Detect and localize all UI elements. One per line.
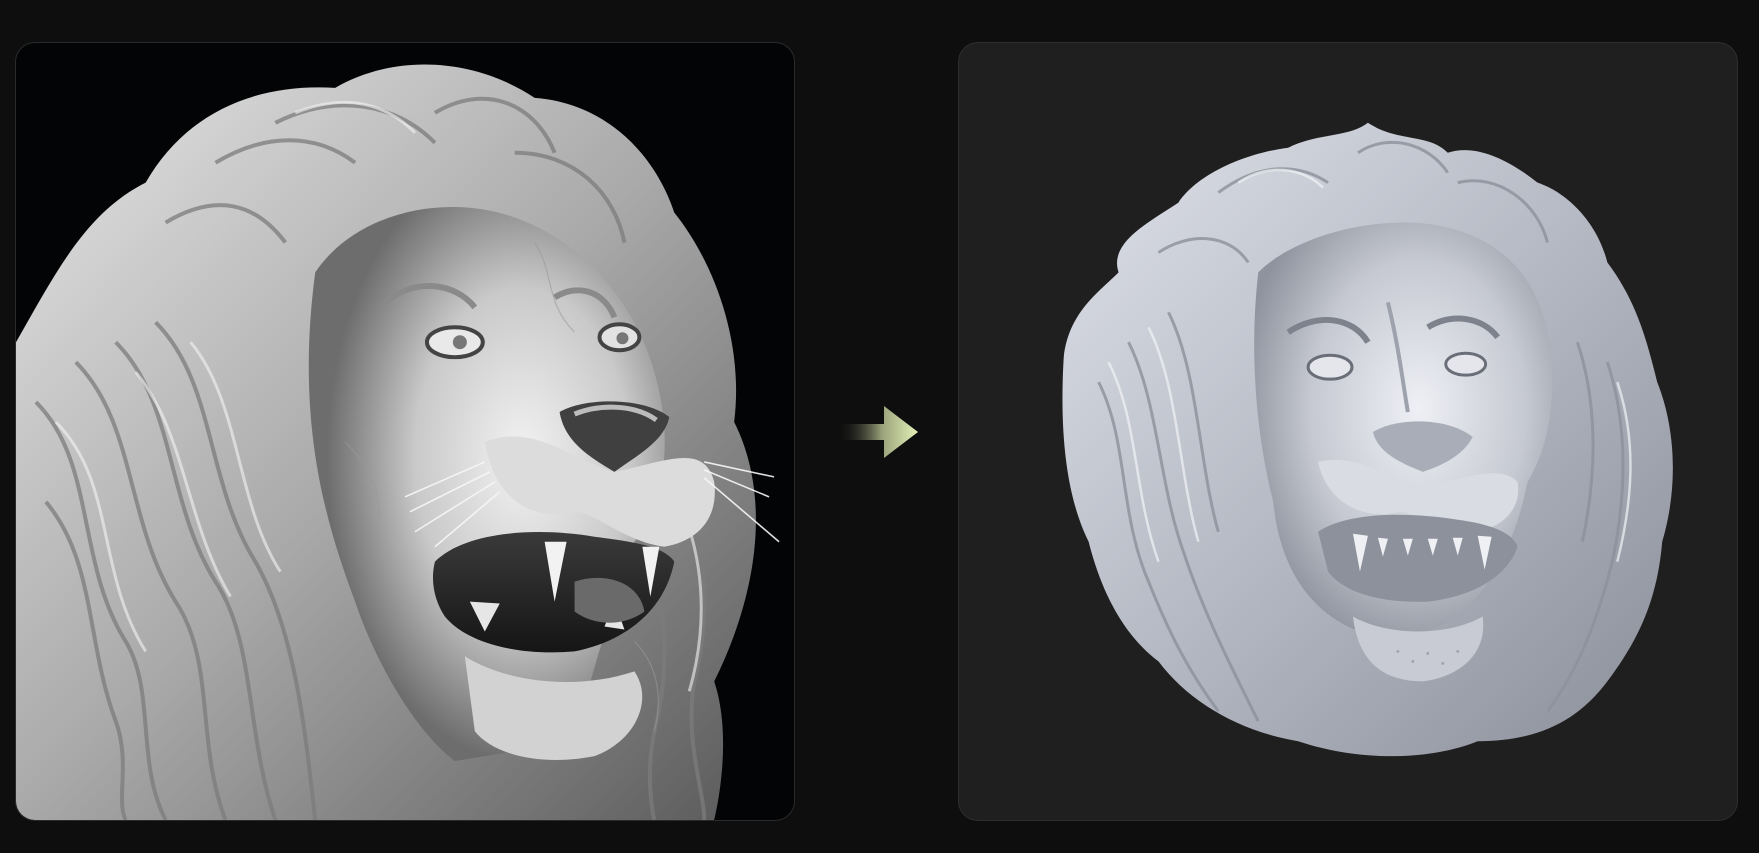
lion-sculpture-image	[16, 64, 780, 820]
result-model-panel	[958, 42, 1738, 821]
arrow-right-icon	[838, 400, 922, 464]
lion-relief-model	[1062, 122, 1673, 757]
source-image-panel	[15, 42, 795, 821]
relief-left-eye	[1306, 353, 1354, 381]
comparison-view	[0, 0, 1759, 853]
